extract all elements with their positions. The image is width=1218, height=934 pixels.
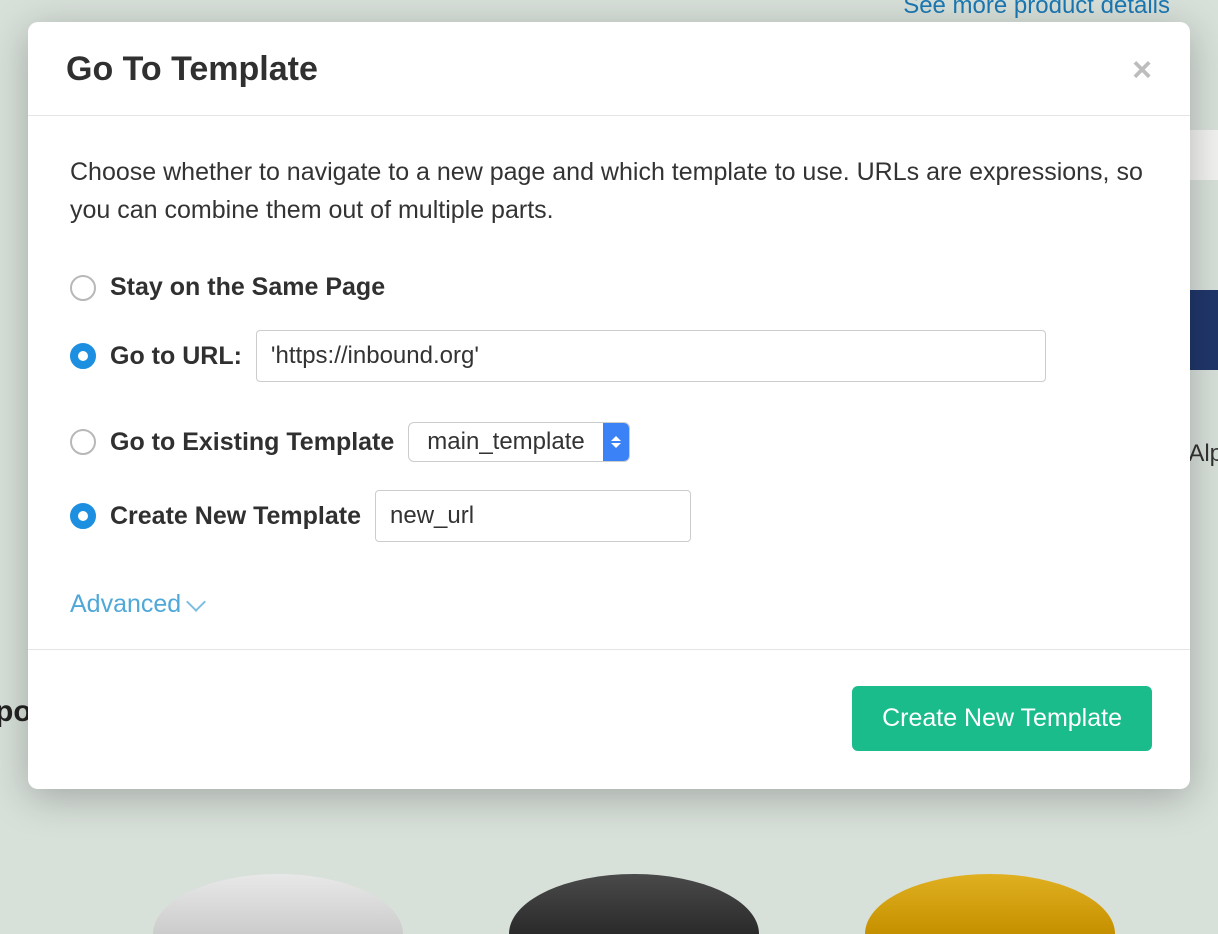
select-value: main_template [409,423,602,461]
option-label: Stay on the Same Page [110,273,385,302]
modal-title: Go To Template [66,50,318,89]
modal-body: Choose whether to navigate to a new page… [28,116,1190,649]
chevron-down-icon [186,592,206,612]
close-icon[interactable]: × [1132,53,1152,87]
radio-url[interactable] [70,343,96,369]
radio-create[interactable] [70,503,96,529]
modal-footer: Create New Template [28,649,1190,789]
advanced-label: Advanced [70,590,181,619]
url-input[interactable] [256,330,1046,382]
new-template-name-input[interactable] [375,490,691,542]
option-go-to-url: Go to URL: [70,330,1148,382]
bg-text: Alp [1188,440,1218,468]
modal-header: Go To Template × [28,22,1190,116]
create-new-template-button[interactable]: Create New Template [852,686,1152,751]
select-stepper-icon[interactable] [603,423,629,461]
option-label: Go to URL: [110,342,242,371]
advanced-toggle[interactable]: Advanced [70,590,1148,619]
radio-stay[interactable] [70,275,96,301]
bg-decoration [0,874,1218,934]
option-create-template: Create New Template [70,490,1148,542]
product-details-link[interactable]: See more product details [903,0,1170,20]
go-to-template-modal: Go To Template × Choose whether to navig… [28,22,1190,789]
radio-existing[interactable] [70,429,96,455]
option-label: Go to Existing Template [110,428,394,457]
modal-description: Choose whether to navigate to a new page… [70,154,1148,229]
option-existing-template: Go to Existing Template main_template [70,422,1148,462]
option-label: Create New Template [110,502,361,531]
template-select[interactable]: main_template [408,422,629,462]
option-stay-same-page[interactable]: Stay on the Same Page [70,273,1148,302]
bg-text: po [0,695,32,729]
